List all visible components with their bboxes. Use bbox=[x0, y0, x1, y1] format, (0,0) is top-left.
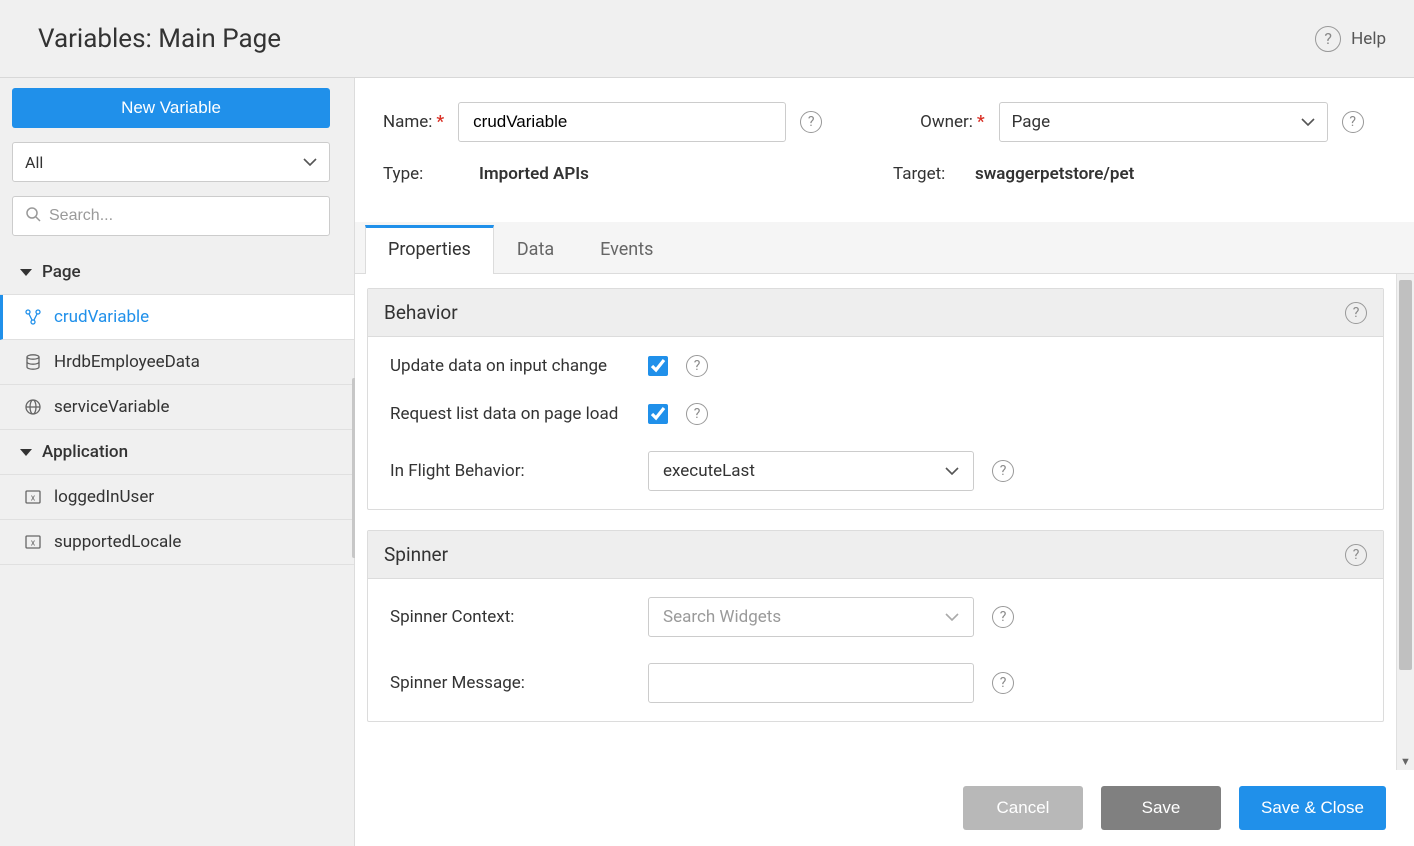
cancel-button[interactable]: Cancel bbox=[963, 786, 1083, 830]
help-icon[interactable]: ? bbox=[800, 111, 822, 133]
tree-item-label: HrdbEmployeeData bbox=[54, 352, 200, 372]
type-value: Imported APIs bbox=[479, 164, 589, 184]
update-on-input-label: Update data on input change bbox=[390, 356, 648, 376]
spinner-context-select[interactable]: Search Widgets bbox=[648, 597, 974, 637]
tree-group-application[interactable]: Application bbox=[0, 430, 354, 475]
help-icon[interactable]: ? bbox=[686, 403, 708, 425]
tab-data[interactable]: Data bbox=[494, 224, 577, 274]
update-on-input-checkbox[interactable] bbox=[648, 356, 668, 376]
target-value: swaggerpetstore/pet bbox=[975, 164, 1134, 184]
scrollbar[interactable]: ▼ bbox=[1396, 274, 1414, 770]
tree-group-label: Application bbox=[42, 442, 128, 462]
section-title: Spinner bbox=[384, 543, 448, 566]
chevron-down-icon bbox=[1301, 118, 1315, 126]
owner-label: Owner:* bbox=[920, 112, 985, 132]
search-icon bbox=[25, 206, 41, 226]
section-spinner: Spinner ? Spinner Context: Search Widget… bbox=[367, 530, 1384, 722]
help-icon[interactable]: ? bbox=[1345, 302, 1367, 324]
tree-item-crudvariable[interactable]: crudVariable bbox=[0, 295, 354, 340]
request-on-load-checkbox[interactable] bbox=[648, 404, 668, 424]
help-label: Help bbox=[1351, 29, 1386, 49]
scroll-down-icon[interactable]: ▼ bbox=[1397, 752, 1414, 770]
tree-item-servicevariable[interactable]: serviceVariable bbox=[0, 385, 354, 430]
filter-value: All bbox=[25, 153, 43, 172]
tree-item-label: serviceVariable bbox=[54, 397, 170, 417]
help-icon[interactable]: ? bbox=[992, 460, 1014, 482]
db-icon bbox=[24, 353, 42, 371]
spinner-message-label: Spinner Message: bbox=[390, 673, 648, 693]
name-label: Name:* bbox=[383, 112, 444, 132]
help-button[interactable]: ? Help bbox=[1315, 26, 1386, 52]
help-icon[interactable]: ? bbox=[992, 672, 1014, 694]
tree-item-label: loggedInUser bbox=[54, 487, 154, 507]
help-icon: ? bbox=[1315, 26, 1341, 52]
inflight-label: In Flight Behavior: bbox=[390, 461, 648, 481]
tab-events[interactable]: Events bbox=[577, 224, 676, 274]
spinner-message-input[interactable] bbox=[648, 663, 974, 703]
caret-down-icon bbox=[20, 269, 32, 276]
owner-value: Page bbox=[1012, 112, 1050, 132]
help-icon[interactable]: ? bbox=[1345, 544, 1367, 566]
tree-item-loggedinuser[interactable]: x loggedInUser bbox=[0, 475, 354, 520]
page-title: Variables: Main Page bbox=[38, 24, 281, 54]
spinner-context-placeholder: Search Widgets bbox=[663, 607, 781, 627]
tree-item-label: crudVariable bbox=[54, 307, 149, 327]
filter-select[interactable]: All bbox=[12, 142, 330, 182]
help-icon[interactable]: ? bbox=[686, 355, 708, 377]
save-button[interactable]: Save bbox=[1101, 786, 1221, 830]
tree-group-label: Page bbox=[42, 262, 81, 282]
inflight-value: executeLast bbox=[663, 461, 755, 481]
tree-item-supportedlocale[interactable]: x supportedLocale bbox=[0, 520, 354, 565]
section-behavior: Behavior ? Update data on input change ? bbox=[367, 288, 1384, 510]
tree-item-hrdbemployeedata[interactable]: HrdbEmployeeData bbox=[0, 340, 354, 385]
save-close-button[interactable]: Save & Close bbox=[1239, 786, 1386, 830]
owner-select[interactable]: Page bbox=[999, 102, 1328, 142]
var-icon: x bbox=[24, 488, 42, 506]
caret-down-icon bbox=[20, 449, 32, 456]
tree-item-label: supportedLocale bbox=[54, 532, 181, 552]
help-icon[interactable]: ? bbox=[992, 606, 1014, 628]
svg-text:x: x bbox=[31, 494, 36, 504]
tree-group-page[interactable]: Page bbox=[0, 250, 354, 295]
request-on-load-label: Request list data on page load bbox=[390, 404, 648, 424]
chevron-down-icon bbox=[945, 467, 959, 475]
var-icon: x bbox=[24, 533, 42, 551]
name-input[interactable] bbox=[458, 102, 786, 142]
flow-icon bbox=[24, 308, 42, 326]
type-label: Type: bbox=[383, 164, 443, 184]
svg-text:x: x bbox=[31, 539, 36, 549]
section-title: Behavior bbox=[384, 301, 458, 324]
chevron-down-icon bbox=[945, 613, 959, 621]
search-input[interactable] bbox=[49, 207, 317, 225]
scrollbar-thumb[interactable] bbox=[1399, 280, 1412, 670]
help-icon[interactable]: ? bbox=[1342, 111, 1364, 133]
tab-properties[interactable]: Properties bbox=[365, 225, 494, 274]
inflight-select[interactable]: executeLast bbox=[648, 451, 974, 491]
chevron-down-icon bbox=[303, 158, 317, 166]
target-label: Target: bbox=[893, 164, 961, 184]
new-variable-button[interactable]: New Variable bbox=[12, 88, 330, 128]
globe-icon bbox=[24, 398, 42, 416]
spinner-context-label: Spinner Context: bbox=[390, 607, 648, 627]
